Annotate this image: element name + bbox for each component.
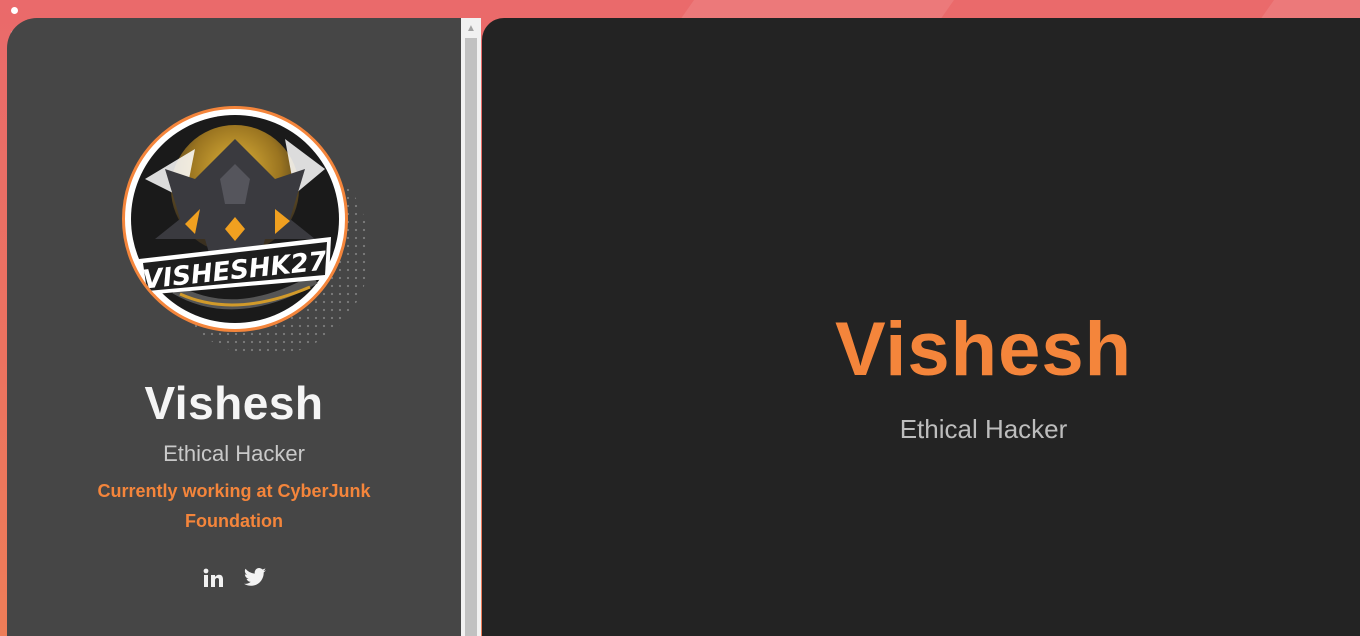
scrollbar-thumb[interactable] [465, 38, 477, 636]
social-links [7, 566, 461, 590]
hero-title: Ethical Hacker [899, 414, 1068, 444]
work-line-2: Foundation [185, 511, 283, 531]
dragon-logo-icon: VISHESHK27 [131, 115, 339, 323]
work-line-1: Currently working at CyberJunk [97, 481, 371, 501]
avatar: VISHESHK27 [122, 106, 348, 332]
scroll-up-arrow-icon[interactable]: ▲ [461, 18, 481, 38]
profile-work: Currently working at CyberJunk Foundatio… [67, 476, 401, 536]
scrollbar[interactable]: ▲ [461, 18, 481, 636]
background-dot [11, 7, 18, 14]
profile-title: Ethical Hacker [163, 441, 305, 466]
hero-name: Vishesh [834, 307, 1133, 392]
profile-sidebar: VISHESHK27 Vishesh Ethical Hacker Curren… [7, 18, 461, 636]
profile-name: Vishesh [144, 377, 324, 429]
avatar-container: VISHESHK27 [122, 106, 370, 356]
main-panel: Vishesh Ethical Hacker [482, 18, 1360, 636]
twitter-link[interactable] [243, 566, 267, 590]
twitter-icon [244, 568, 266, 586]
linkedin-icon [203, 568, 223, 587]
linkedin-link[interactable] [201, 566, 225, 590]
